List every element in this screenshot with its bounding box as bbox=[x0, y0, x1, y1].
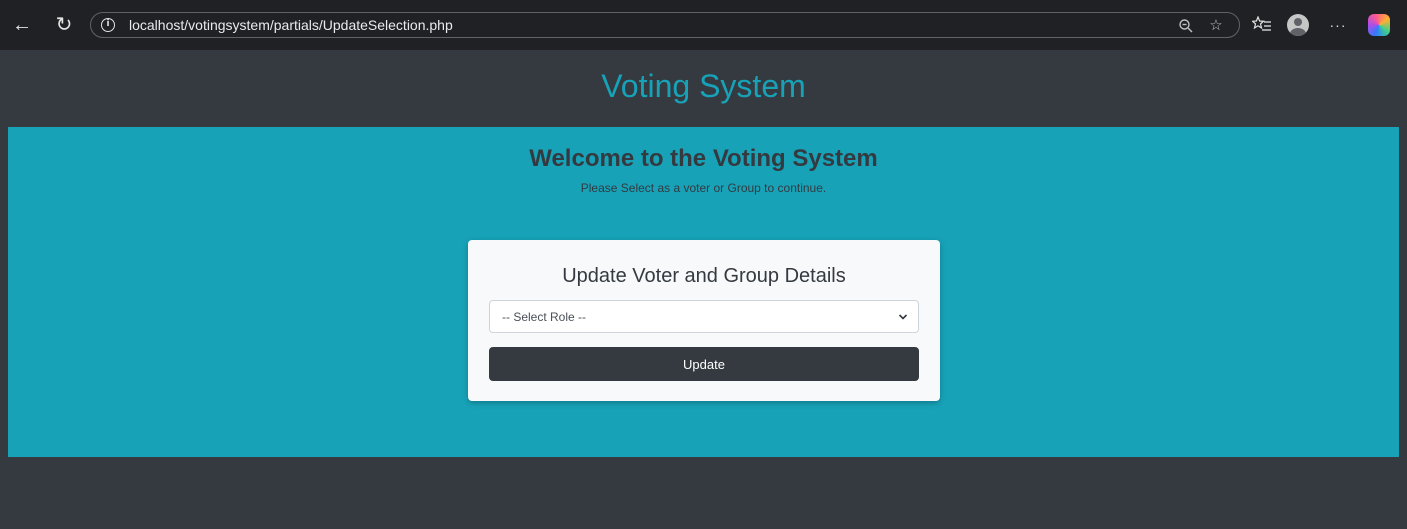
url-text[interactable]: localhost/votingsystem/partials/UpdateSe… bbox=[129, 17, 453, 34]
chevron-down-icon bbox=[898, 314, 908, 320]
hero-section: Welcome to the Voting System Please Sele… bbox=[8, 127, 1399, 457]
info-icon[interactable]: i bbox=[101, 18, 115, 32]
favorites-icon[interactable] bbox=[1250, 13, 1274, 37]
site-title: Voting System bbox=[601, 68, 806, 104]
back-arrow-icon[interactable]: ← bbox=[10, 13, 34, 37]
address-bar[interactable]: i localhost/votingsystem/partials/Update… bbox=[90, 12, 1240, 38]
zoom-out-icon[interactable] bbox=[1176, 16, 1196, 36]
page-footer bbox=[0, 457, 1407, 529]
update-button[interactable]: Update bbox=[489, 347, 919, 381]
role-select-value: -- Select Role -- bbox=[502, 310, 587, 324]
profile-icon[interactable] bbox=[1287, 14, 1309, 36]
role-select[interactable]: -- Select Role -- bbox=[489, 300, 919, 333]
url-host: localhost bbox=[129, 17, 185, 33]
more-icon[interactable]: ··· bbox=[1326, 13, 1350, 37]
hero-title: Welcome to the Voting System bbox=[529, 145, 878, 172]
update-card: Update Voter and Group Details -- Select… bbox=[468, 240, 940, 401]
url-path: /votingsystem/partials/UpdateSelection.p… bbox=[184, 17, 453, 33]
profile-body-shape bbox=[1290, 28, 1306, 36]
page-header: Voting System bbox=[0, 50, 1407, 127]
hero-subtitle: Please Select as a voter or Group to con… bbox=[580, 181, 827, 195]
star-icon[interactable]: ☆ bbox=[1206, 16, 1226, 36]
card-title: Update Voter and Group Details bbox=[562, 265, 846, 287]
profile-head-shape bbox=[1294, 18, 1302, 26]
refresh-icon[interactable]: ↻ bbox=[52, 13, 76, 37]
browser-toolbar: ← ↻ i localhost/votingsystem/partials/Up… bbox=[0, 0, 1407, 50]
copilot-icon[interactable] bbox=[1368, 14, 1390, 36]
